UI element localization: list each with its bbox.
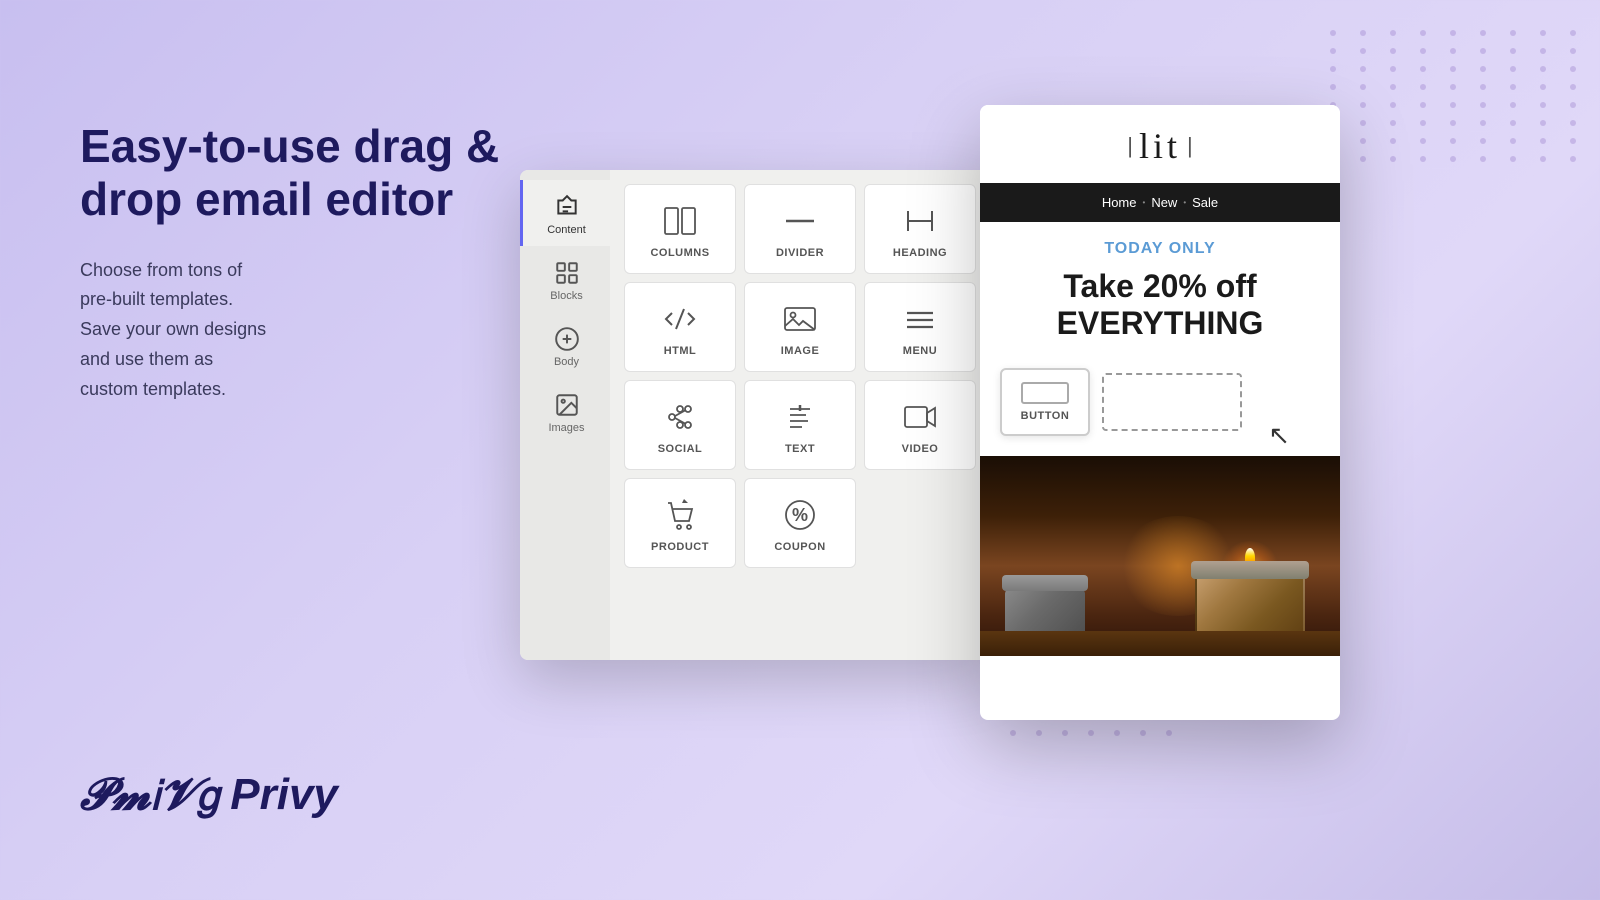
block-columns[interactable]: COLUMNS <box>624 184 736 274</box>
block-menu-label: MENU <box>903 345 937 357</box>
email-drop-zone <box>1102 373 1242 431</box>
image-icon <box>782 301 818 337</box>
email-headline-line2: EVERYTHING <box>1057 305 1264 341</box>
editor-panel: Content Blocks Body Images <box>520 170 990 660</box>
heading-icon <box>902 203 938 239</box>
block-divider-label: DIVIDER <box>776 247 824 259</box>
email-button-block: BUTTON <box>1000 368 1090 436</box>
product-icon <box>662 497 698 533</box>
email-nav: Home • New • Sale <box>980 183 1340 222</box>
block-html-label: HTML <box>664 345 697 357</box>
video-icon <box>902 399 938 435</box>
email-logo: lit <box>1139 125 1181 167</box>
blocks-icon <box>554 260 580 286</box>
divider-icon <box>782 203 818 239</box>
email-button-label: BUTTON <box>1021 410 1070 422</box>
email-nav-home: Home <box>1102 195 1137 210</box>
block-video[interactable]: VIDEO <box>864 380 976 470</box>
block-image[interactable]: IMAGE <box>744 282 856 372</box>
blocks-grid: COLUMNS DIVIDER HEADING <box>620 180 980 572</box>
main-heading: Easy-to-use drag & drop email editor <box>80 120 500 226</box>
columns-icon <box>662 203 698 239</box>
email-today-only: TODAY ONLY <box>980 222 1340 264</box>
sidebar-blocks-label: Blocks <box>550 290 582 302</box>
email-nav-dot-2: • <box>1183 198 1186 207</box>
sidebar-images-label: Images <box>548 422 584 434</box>
email-preview: | lit | Home • New • Sale TODAY ONLY Tak… <box>980 105 1340 720</box>
candle-scene <box>980 456 1340 656</box>
block-html[interactable]: HTML <box>624 282 736 372</box>
left-section: Easy-to-use drag & drop email editor Cho… <box>80 120 500 404</box>
email-logo-bar: | lit | <box>980 105 1340 183</box>
body-icon <box>554 326 580 352</box>
email-candle-image <box>980 456 1340 656</box>
block-heading-label: HEADING <box>893 247 947 259</box>
email-headline: Take 20% off EVERYTHING <box>980 264 1340 362</box>
block-social-label: SOCIAL <box>658 443 703 455</box>
menu-icon <box>902 301 938 337</box>
block-video-label: VIDEO <box>902 443 939 455</box>
block-coupon-label: COUPON <box>774 541 825 553</box>
email-button-area: BUTTON ↖ <box>980 362 1340 456</box>
block-product-label: PRODUCT <box>651 541 709 553</box>
sidebar-content-label: Content <box>547 224 586 236</box>
block-image-label: IMAGE <box>781 345 820 357</box>
email-headline-line1: Take 20% off <box>1063 268 1256 304</box>
email-button-rect <box>1021 382 1069 404</box>
email-nav-new: New <box>1151 195 1177 210</box>
block-heading[interactable]: HEADING <box>864 184 976 274</box>
block-text[interactable]: TEXT <box>744 380 856 470</box>
block-coupon[interactable]: % COUPON <box>744 478 856 568</box>
block-social[interactable]: SOCIAL <box>624 380 736 470</box>
social-icon <box>662 399 698 435</box>
block-text-label: TEXT <box>785 443 815 455</box>
sidebar-item-images[interactable]: Images <box>520 378 610 444</box>
coupon-icon: % <box>782 497 818 533</box>
privy-logo: 𝓟𝓶𝗂𝓥𝗀 Privy <box>80 769 338 820</box>
dots-top-right <box>1300 0 1600 400</box>
sub-text: Choose from tons ofpre-built templates.S… <box>80 256 500 404</box>
svg-text:%: % <box>792 505 808 525</box>
email-nav-dot-1: • <box>1143 198 1146 207</box>
html-icon <box>662 301 698 337</box>
block-product[interactable]: PRODUCT <box>624 478 736 568</box>
sidebar-item-content[interactable]: Content <box>520 180 610 246</box>
images-icon <box>554 392 580 418</box>
content-icon <box>554 194 580 220</box>
sidebar: Content Blocks Body Images <box>520 170 610 660</box>
block-columns-label: COLUMNS <box>650 247 709 259</box>
sidebar-item-body[interactable]: Body <box>520 312 610 378</box>
text-icon <box>782 399 818 435</box>
cursor-icon: ↖ <box>1268 420 1290 451</box>
sidebar-body-label: Body <box>554 356 579 368</box>
sidebar-item-blocks[interactable]: Blocks <box>520 246 610 312</box>
block-menu[interactable]: MENU <box>864 282 976 372</box>
block-divider[interactable]: DIVIDER <box>744 184 856 274</box>
email-nav-sale: Sale <box>1192 195 1218 210</box>
content-area: COLUMNS DIVIDER HEADING <box>610 170 990 660</box>
